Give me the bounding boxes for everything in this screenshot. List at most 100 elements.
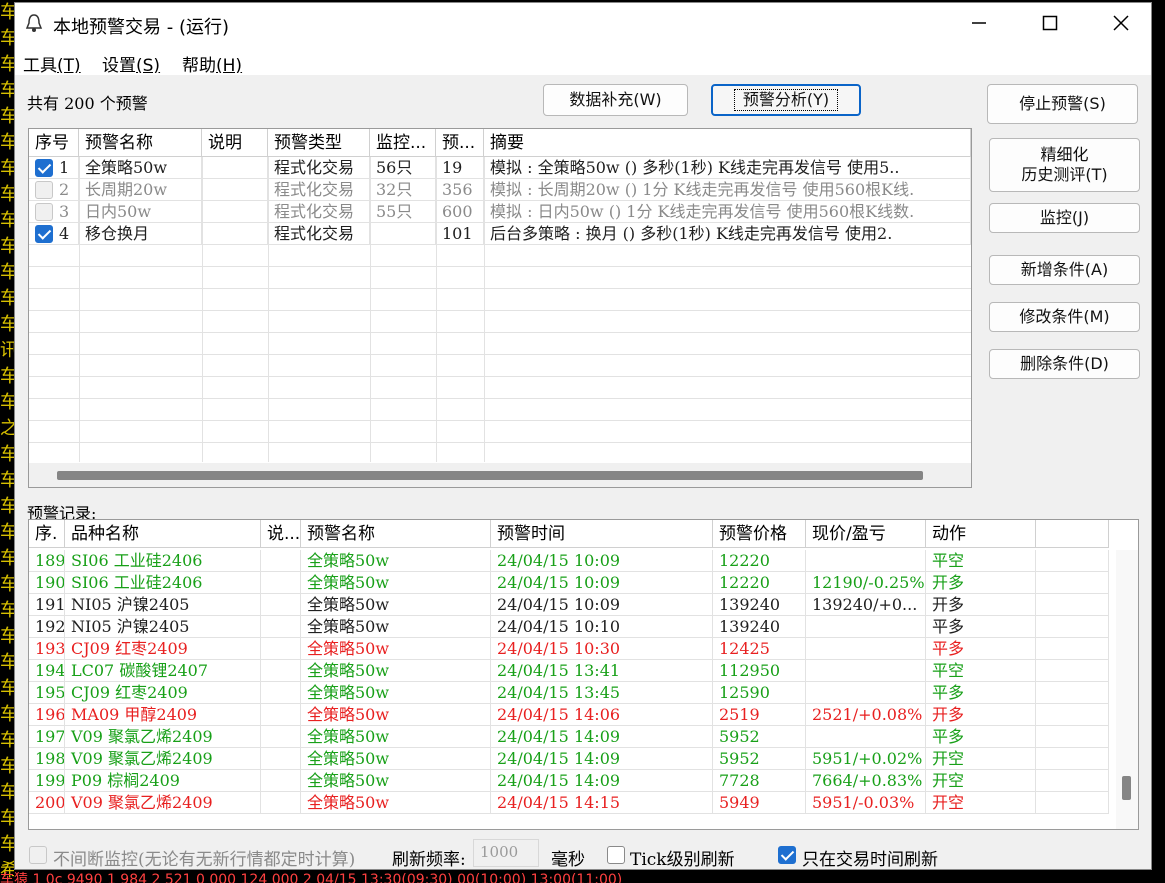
record-row[interactable]: 190 SI06 工业硅2406 全策略50w 24/04/15 10:09 12220…: [29, 572, 1109, 594]
refresh-rate-label: 刷新频率:: [392, 850, 466, 870]
background-glyph: 车: [0, 600, 14, 621]
background-glyph: 车: [0, 470, 14, 491]
record-row[interactable]: 198 V09 聚氯乙烯2409 全策略50w 24/04/15 14:09 5952 5…: [29, 748, 1109, 770]
maximize-button[interactable]: [1030, 9, 1070, 41]
record-cell-alert: 全策略50w: [301, 682, 491, 704]
record-row[interactable]: 191 NI05 沪镍2405 全策略50w 24/04/15 10:09 139240…: [29, 594, 1109, 616]
background-glyph: 车: [0, 236, 14, 257]
add-condition-button[interactable]: 新增条件(A): [989, 255, 1140, 285]
alert-cell-desc: [202, 179, 268, 201]
background-glyph: 车: [0, 106, 14, 127]
alert-enable-checkbox[interactable]: [35, 159, 53, 177]
data-supplement-button[interactable]: 数据补充(W): [543, 84, 688, 116]
record-row[interactable]: 195 CJ09 红枣2409 全策略50w 24/04/15 13:45 12590 平…: [29, 682, 1109, 704]
records-column-header[interactable]: 预警时间: [491, 520, 713, 548]
background-glyph: 车: [0, 366, 14, 387]
record-row[interactable]: 199 P09 棕榈2409 全策略50w 24/04/15 14:09 7728 766…: [29, 770, 1109, 792]
record-cell-empty: [1036, 594, 1109, 616]
record-cell-action: 平多: [926, 682, 1036, 704]
bottom-options-bar: 不间断监控(无论有无新行情都定时计算) 刷新频率: 毫秒 Tick级别刷新 只在…: [15, 837, 1151, 870]
record-cell-current: 139240/+0...: [806, 594, 926, 616]
background-glyph: 车: [0, 522, 14, 543]
refresh-rate-input[interactable]: 1000: [473, 839, 539, 867]
records-column-header[interactable]: 序.: [29, 520, 65, 548]
record-row[interactable]: 200 V09 聚氯乙烯2409 全策略50w 24/04/15 14:15 5949 5…: [29, 792, 1109, 814]
alert-row[interactable]: 3 日内50w 程式化交易 55只 600 模拟 : 日内50w () 1分 K线走完再发…: [29, 201, 971, 223]
alert-cell-summary: 模拟 : 长周期20w () 1分 K线走完再发信号 使用560根K线.: [484, 179, 971, 201]
window-title: 本地预警交易 - (运行): [53, 17, 229, 38]
alert-cell-pre: 356: [436, 179, 484, 201]
alert-row[interactable]: 4 移仓换月 程式化交易 101 后台多策略 : 换月 () 多秒(1秒) K线走完再发…: [29, 223, 971, 245]
alert-cell-type: 程式化交易: [268, 223, 370, 245]
records-column-header[interactable]: 品种名称: [65, 520, 261, 548]
alerts-column-header[interactable]: 预警名称: [79, 129, 202, 157]
alert-row[interactable]: 1 全策略50w 程式化交易 56只 19 模拟 : 全策略50w () 多秒(1秒) K…: [29, 157, 971, 179]
vertical-scrollbar-thumb[interactable]: [1122, 776, 1131, 800]
record-cell-alert: 全策略50w: [301, 726, 491, 748]
background-glyph: 车: [0, 184, 14, 205]
record-row[interactable]: 196 MA09 甲醇2409 全策略50w 24/04/15 14:06 2519 25…: [29, 704, 1109, 726]
record-cell-action: 平空: [926, 660, 1036, 682]
continuous-monitor-checkbox[interactable]: [29, 846, 47, 864]
close-button[interactable]: [1101, 9, 1141, 41]
record-cell-no: 199: [29, 770, 65, 792]
record-cell-action: 开空: [926, 748, 1036, 770]
records-column-header[interactable]: 预警价格: [713, 520, 806, 548]
modify-condition-button[interactable]: 修改条件(M): [989, 302, 1140, 332]
alert-cell-type: 程式化交易: [268, 201, 370, 223]
title-bar[interactable]: 本地预警交易 - (运行): [15, 3, 1151, 47]
menu-settings[interactable]: 设置(S): [102, 51, 160, 76]
menu-tools[interactable]: 工具(T): [23, 51, 81, 76]
alert-cell-name: 全策略50w: [79, 157, 202, 179]
record-cell-action: 开多: [926, 704, 1036, 726]
stop-alert-button[interactable]: 停止预警(S): [987, 84, 1138, 124]
records-column-header-empty: [1036, 520, 1109, 548]
alert-enable-checkbox[interactable]: [35, 225, 53, 243]
record-row[interactable]: 197 V09 聚氯乙烯2409 全策略50w 24/04/15 14:09 5952 平…: [29, 726, 1109, 748]
background-glyph: 车: [0, 132, 14, 153]
alert-cell-summary: 模拟 : 全策略50w () 多秒(1秒) K线走完再发信号 使用5..: [484, 157, 971, 179]
alert-analysis-button[interactable]: 预警分析(Y): [711, 84, 861, 116]
record-cell-current: 5951/+0.02%: [806, 748, 926, 770]
background-glyph: 讯: [0, 340, 14, 361]
record-cell-product: V09 聚氯乙烯2409: [65, 792, 261, 814]
record-row[interactable]: 189 SI06 工业硅2406 全策略50w 24/04/15 10:09 12220…: [29, 550, 1109, 572]
horizontal-scrollbar-thumb[interactable]: [57, 471, 923, 480]
alerts-column-header[interactable]: 摘要: [484, 129, 971, 157]
refined-backtest-button[interactable]: 精细化 历史测评(T): [989, 138, 1140, 192]
trade-time-only-checkbox[interactable]: [778, 846, 796, 864]
alert-cell-name: 长周期20w: [79, 179, 202, 201]
records-column-header[interactable]: 说...: [261, 520, 301, 548]
vertical-scrollbar[interactable]: [1116, 550, 1138, 829]
record-cell-product: CJ09 红枣2409: [65, 682, 261, 704]
alert-row[interactable]: 2 长周期20w 程式化交易 32只 356 模拟 : 长周期20w () 1分 K线走完…: [29, 179, 971, 201]
alerts-table: 序号 预警名称 说明 预警类型 监控... 预... 摘要 1 全策略50w 程式化交易 56只 1…: [28, 128, 972, 488]
alerts-column-header[interactable]: 预警类型: [268, 129, 370, 157]
record-cell-product: NI05 沪镍2405: [65, 594, 261, 616]
record-row[interactable]: 194 LC07 碳酸锂2407 全策略50w 24/04/15 13:41 11295…: [29, 660, 1109, 682]
horizontal-scrollbar[interactable]: [29, 463, 971, 487]
alerts-column-header[interactable]: 监控...: [370, 129, 436, 157]
record-cell-desc: [261, 638, 301, 660]
alert-enable-checkbox[interactable]: [35, 181, 53, 199]
tick-refresh-checkbox[interactable]: [607, 846, 625, 864]
alerts-column-header[interactable]: 预...: [436, 129, 484, 157]
menu-help[interactable]: 帮助(H): [182, 51, 242, 76]
delete-condition-button[interactable]: 删除条件(D): [989, 349, 1140, 379]
record-row[interactable]: 193 CJ09 红枣2409 全策略50w 24/04/15 10:30 12425 平…: [29, 638, 1109, 660]
minimize-button[interactable]: [959, 9, 999, 41]
column-divider: [79, 157, 80, 462]
record-cell-price: 2519: [713, 704, 806, 726]
record-cell-desc: [261, 572, 301, 594]
alerts-column-header[interactable]: 说明: [202, 129, 268, 157]
record-row[interactable]: 192 NI05 沪镍2405 全策略50w 24/04/15 10:10 139240…: [29, 616, 1109, 638]
records-column-header[interactable]: 动作: [926, 520, 1036, 548]
record-cell-alert: 全策略50w: [301, 748, 491, 770]
alerts-column-header[interactable]: 序号: [29, 129, 79, 157]
records-column-header[interactable]: 现价/盈亏: [806, 520, 926, 548]
monitor-button[interactable]: 监控(J): [989, 203, 1140, 233]
alert-enable-checkbox[interactable]: [35, 203, 53, 221]
record-cell-time: 24/04/15 13:45: [491, 682, 713, 704]
records-column-header[interactable]: 预警名称: [301, 520, 491, 548]
record-cell-desc: [261, 704, 301, 726]
